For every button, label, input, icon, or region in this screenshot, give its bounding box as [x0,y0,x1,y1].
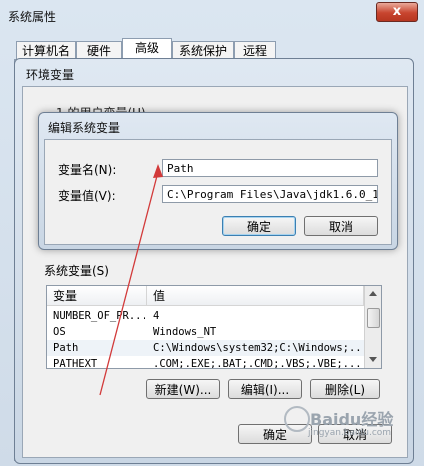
variable-name-input[interactable]: Path [162,159,378,177]
system-vars-list[interactable]: 变量 值 NUMBER_OF_PR... 4 OS Windows_NT Pat… [46,285,382,369]
table-row[interactable]: NUMBER_OF_PR... 4 [47,308,364,324]
column-header-value[interactable]: 值 [147,286,364,306]
variable-value-label: 变量值(V): [58,189,116,203]
edit-variable-button[interactable]: 编辑(I)... [228,379,302,399]
scroll-down-icon[interactable] [369,357,377,362]
system-properties-title: 系统属性 [8,10,57,24]
vertical-scrollbar[interactable] [364,286,381,368]
cell-variable: NUMBER_OF_PR... [53,310,145,322]
baidu-watermark: Baidu经验 jingyan.baidu.com [282,404,412,444]
edit-ok-button[interactable]: 确定 [222,216,296,236]
column-header-variable[interactable]: 变量 [47,286,147,306]
variable-value-input[interactable]: C:\Program Files\Java\jdk1.6.0_10\bin [162,185,378,203]
cell-variable: OS [53,326,66,338]
system-vars-label: 系统变量(S) [44,264,109,278]
edit-dialog-title: 编辑系统变量 [48,121,121,135]
env-vars-title: 环境变量 [26,68,75,82]
cell-variable: Path [53,342,79,354]
close-icon[interactable]: x [376,2,418,22]
table-row[interactable]: PATHEXT .COM;.EXE;.BAT;.CMD;.VBS;.VBE;..… [47,356,364,369]
watermark-subtext: jingyan.baidu.com [308,428,392,438]
cell-value: Windows_NT [153,326,217,338]
paw-icon [284,406,310,432]
table-row[interactable]: OS Windows_NT [47,324,364,340]
variable-name-label: 变量名(N): [58,163,117,177]
cell-value: C:\Windows\system32;C:\Windows;... [153,342,363,354]
edit-cancel-button[interactable]: 取消 [304,216,378,236]
table-row-selected[interactable]: Path C:\Windows\system32;C:\Windows;... [47,340,364,356]
scroll-up-icon[interactable] [369,291,377,296]
watermark-text: Baidu经验 [310,410,394,429]
new-variable-button[interactable]: 新建(W)... [146,379,220,399]
scrollbar-thumb[interactable] [367,308,380,328]
cell-value: 4 [153,310,160,322]
cell-value: .COM;.EXE;.BAT;.CMD;.VBS;.VBE;... [153,358,362,369]
cell-variable: PATHEXT [53,358,98,369]
tab-advanced[interactable]: 高级 [122,38,172,60]
delete-variable-button[interactable]: 删除(L) [310,379,380,399]
